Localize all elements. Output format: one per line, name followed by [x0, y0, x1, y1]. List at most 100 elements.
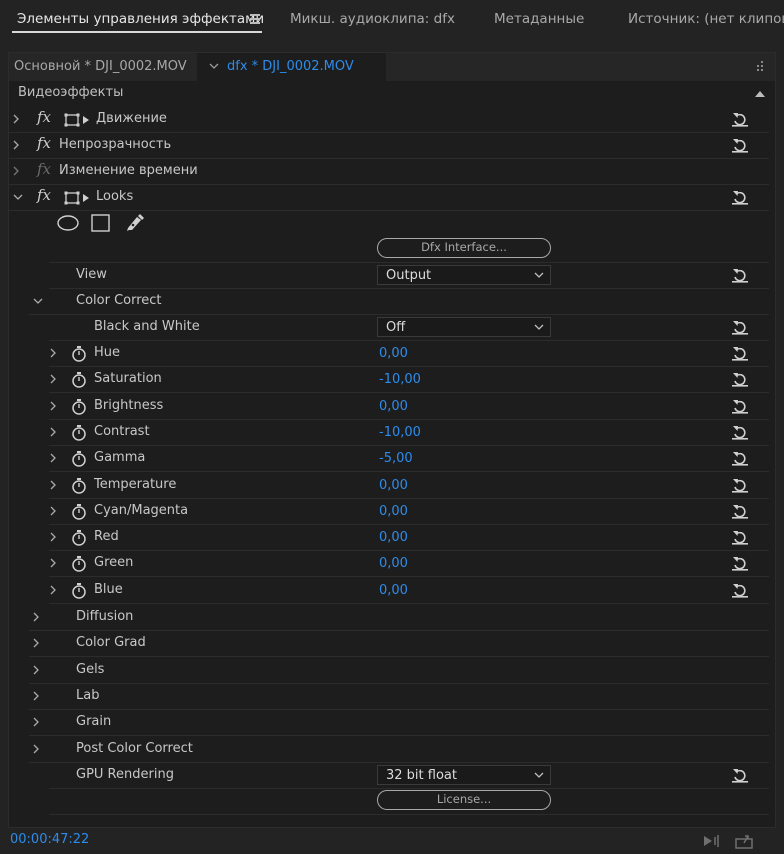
transform-icon[interactable]: [64, 112, 94, 128]
chevron-right-icon[interactable]: [49, 480, 59, 490]
param-value[interactable]: 0,00: [379, 346, 408, 361]
stopwatch-icon[interactable]: [71, 555, 87, 573]
chevron-right-icon[interactable]: [32, 691, 42, 701]
license-button[interactable]: License...: [377, 790, 551, 810]
view-dropdown[interactable]: Output: [377, 265, 551, 285]
effect-row-opacity[interactable]: fx Непрозрачность: [9, 133, 769, 159]
param-value[interactable]: 0,00: [379, 556, 408, 571]
chevron-right-icon[interactable]: [49, 401, 59, 411]
reset-icon[interactable]: [731, 110, 749, 128]
stopwatch-icon[interactable]: [71, 503, 87, 521]
param-value[interactable]: 0,00: [379, 583, 408, 598]
fx-toggle-icon[interactable]: fx: [37, 134, 51, 152]
param-value[interactable]: 0,00: [379, 504, 408, 519]
ellipse-mask-icon[interactable]: [57, 215, 79, 231]
chevron-right-icon[interactable]: [32, 717, 42, 727]
chevron-right-icon[interactable]: [49, 532, 59, 542]
chevron-right-icon[interactable]: [49, 427, 59, 437]
param-row-green: Green 0,00: [49, 551, 769, 578]
param-value[interactable]: 0,00: [379, 478, 408, 493]
play-audio-icon[interactable]: [702, 833, 722, 849]
panel-menu-icon[interactable]: [250, 14, 260, 24]
reset-icon[interactable]: [731, 397, 749, 415]
reset-icon[interactable]: [731, 502, 749, 520]
group-row-grain[interactable]: Grain: [29, 710, 769, 737]
param-value[interactable]: -10,00: [379, 425, 421, 440]
chevron-right-icon[interactable]: [49, 348, 59, 358]
group-row-gels[interactable]: Gels: [29, 658, 769, 684]
stopwatch-icon[interactable]: [71, 529, 87, 547]
reset-icon[interactable]: [731, 188, 749, 206]
gpu-rendering-dropdown[interactable]: 32 bit float: [377, 765, 551, 785]
group-row-color-grad[interactable]: Color Grad: [29, 631, 769, 658]
group-label: Diffusion: [76, 609, 134, 624]
stopwatch-icon[interactable]: [71, 398, 87, 416]
reset-icon[interactable]: [731, 318, 749, 336]
param-value[interactable]: 0,00: [379, 530, 408, 545]
chevron-right-icon[interactable]: [32, 665, 42, 675]
tab-source[interactable]: Источник: (нет клипов): [628, 10, 784, 28]
stopwatch-icon[interactable]: [71, 477, 87, 495]
param-value[interactable]: -5,00: [379, 451, 413, 466]
chevron-down-icon[interactable]: [33, 296, 43, 306]
effect-row-time-remapping[interactable]: fx Изменение времени: [9, 159, 769, 185]
stopwatch-icon[interactable]: [71, 450, 87, 468]
group-label: Post Color Correct: [76, 740, 193, 756]
tab-audio-clip-mixer[interactable]: Микш. аудиоклипа: dfx: [290, 10, 455, 28]
tab-metadata[interactable]: Метаданные: [494, 10, 584, 28]
export-clip-icon[interactable]: [734, 833, 756, 849]
reset-icon[interactable]: [731, 136, 749, 154]
panel-grip-icon[interactable]: [757, 61, 765, 71]
group-row-post-color-correct[interactable]: Post Color Correct: [29, 737, 769, 763]
tab-effect-controls[interactable]: Элементы управления эффектами: [17, 10, 264, 28]
black-and-white-dropdown[interactable]: Off: [377, 317, 551, 337]
chevron-right-icon[interactable]: [49, 558, 59, 568]
fx-toggle-icon[interactable]: fx: [37, 186, 51, 204]
reset-icon[interactable]: [731, 344, 749, 362]
reset-icon[interactable]: [731, 766, 749, 784]
master-clip-label[interactable]: Основной * DJI_0002.MOV: [14, 59, 187, 74]
chevron-right-icon[interactable]: [12, 114, 22, 124]
chevron-right-icon[interactable]: [12, 140, 22, 150]
reset-icon[interactable]: [731, 528, 749, 546]
mask-tools: [49, 211, 769, 237]
chevron-right-icon[interactable]: [32, 612, 42, 622]
reset-icon[interactable]: [731, 266, 749, 284]
rectangle-mask-icon[interactable]: [91, 214, 111, 232]
chevron-right-icon[interactable]: [12, 166, 22, 176]
reset-icon[interactable]: [731, 370, 749, 388]
reset-icon[interactable]: [731, 581, 749, 599]
scrollbar[interactable]: [769, 105, 775, 815]
current-timecode[interactable]: 00:00:47:22: [10, 832, 89, 847]
effect-row-motion[interactable]: fx Движение: [9, 107, 769, 133]
chevron-right-icon[interactable]: [49, 506, 59, 516]
dfx-interface-button[interactable]: Dfx Interface...: [377, 238, 551, 258]
stopwatch-icon[interactable]: [71, 424, 87, 442]
reset-icon[interactable]: [731, 554, 749, 572]
pen-mask-icon[interactable]: [125, 213, 145, 233]
param-value[interactable]: 0,00: [379, 399, 408, 414]
stopwatch-icon[interactable]: [71, 582, 87, 600]
clip-selector[interactable]: dfx * DJI_0002.MOV: [197, 53, 386, 81]
fx-toggle-icon[interactable]: fx: [37, 108, 51, 126]
chevron-right-icon[interactable]: [32, 744, 42, 754]
transform-icon[interactable]: [64, 190, 94, 206]
group-row-diffusion[interactable]: Diffusion: [29, 605, 769, 631]
chevron-right-icon[interactable]: [49, 374, 59, 384]
collapse-up-icon[interactable]: [755, 90, 765, 97]
stopwatch-icon[interactable]: [71, 345, 87, 363]
chevron-right-icon[interactable]: [49, 585, 59, 595]
group-row-color-correct[interactable]: Color Correct: [29, 289, 769, 315]
chevron-right-icon[interactable]: [32, 638, 42, 648]
param-value[interactable]: -10,00: [379, 372, 421, 387]
stopwatch-icon[interactable]: [71, 371, 87, 389]
group-label: Gels: [76, 661, 105, 677]
effect-row-looks[interactable]: fx Looks: [9, 185, 769, 211]
reset-icon[interactable]: [731, 423, 749, 441]
reset-icon[interactable]: [731, 476, 749, 494]
reset-icon[interactable]: [731, 449, 749, 467]
param-row-cyan-magenta: Cyan/Magenta 0,00: [49, 499, 769, 525]
chevron-down-icon[interactable]: [13, 192, 23, 202]
group-row-lab[interactable]: Lab: [29, 684, 769, 710]
chevron-right-icon[interactable]: [49, 453, 59, 463]
